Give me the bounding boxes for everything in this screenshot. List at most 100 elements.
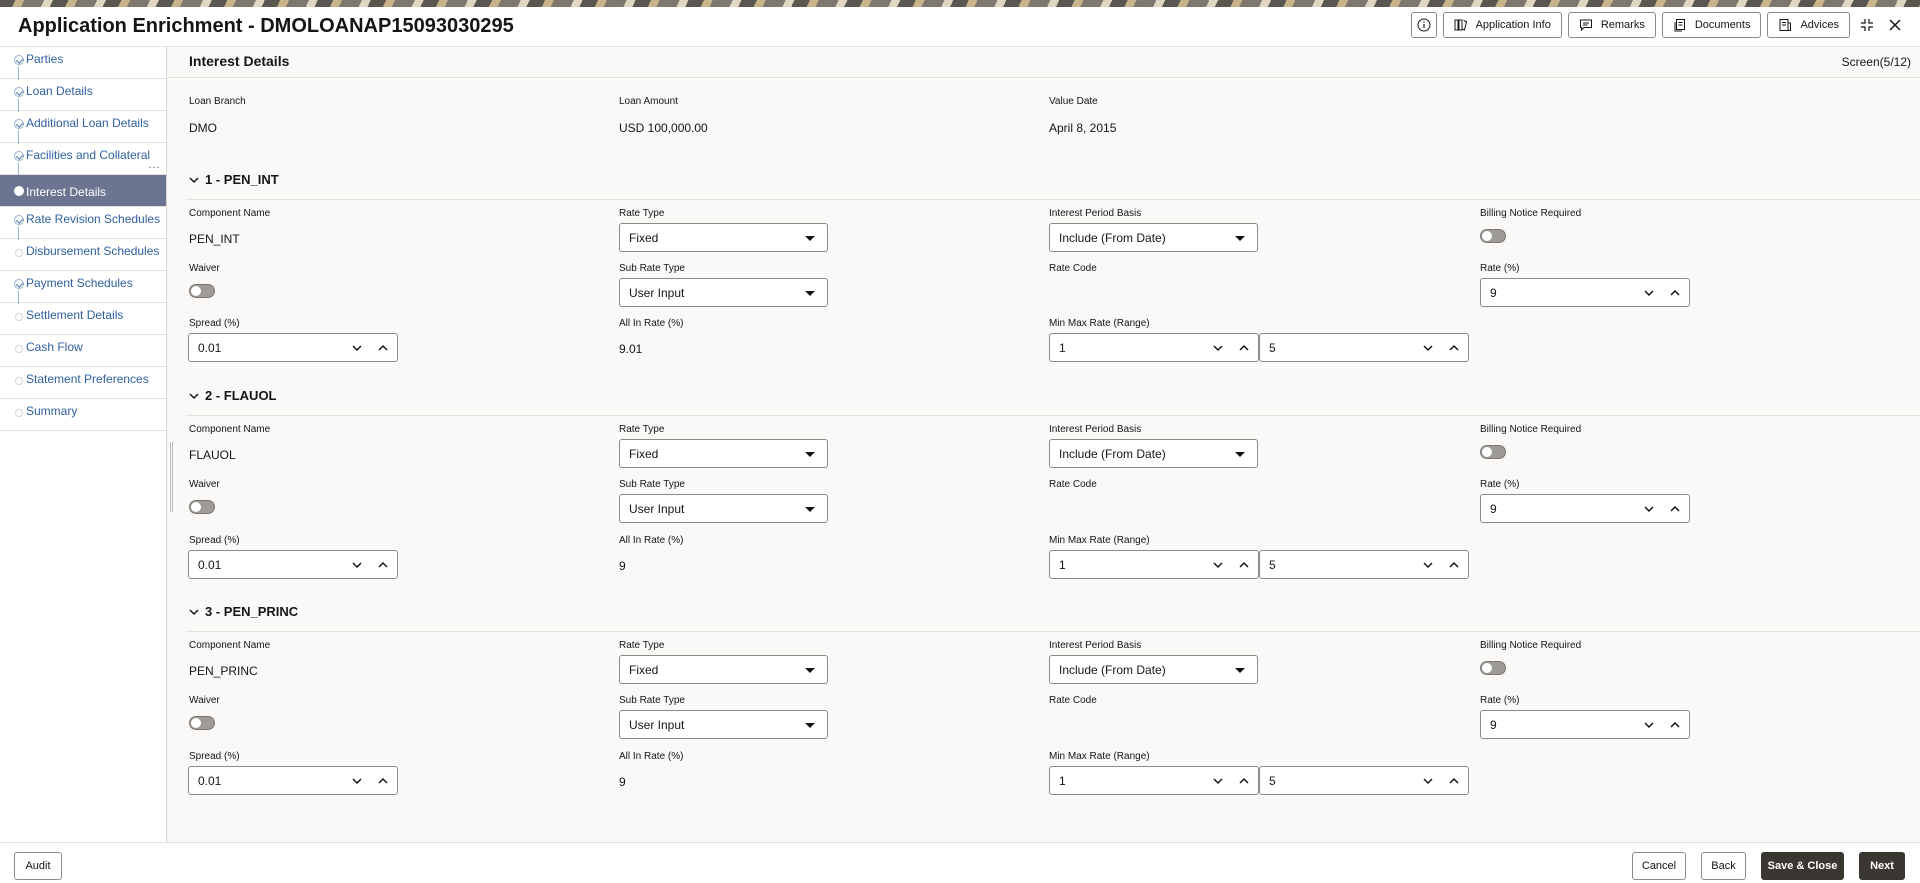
component-section-header[interactable]: 3 - PEN_PRINC bbox=[189, 604, 298, 619]
decrement-icon[interactable] bbox=[1643, 503, 1655, 515]
increment-icon[interactable] bbox=[1238, 342, 1250, 354]
increment-icon[interactable] bbox=[1238, 559, 1250, 571]
documents-button[interactable]: Documents bbox=[1661, 12, 1762, 38]
sidebar-item-label: Disbursement Schedules bbox=[26, 244, 160, 258]
sidebar-item-parties[interactable]: Parties bbox=[0, 47, 166, 80]
spread-input[interactable]: 0.01 bbox=[188, 333, 398, 362]
increment-icon[interactable] bbox=[377, 342, 389, 354]
spread-value: 0.01 bbox=[198, 341, 222, 355]
max-rate-input[interactable]: 5 bbox=[1259, 333, 1469, 362]
sidebar-item-settlement-details[interactable]: Settlement Details bbox=[0, 303, 166, 335]
decrement-icon[interactable] bbox=[351, 342, 363, 354]
sidebar-item-payment-schedules[interactable]: Payment Schedules bbox=[0, 271, 166, 304]
interest-period-basis-select[interactable]: Include (From Date) bbox=[1049, 439, 1258, 468]
waiver-toggle[interactable] bbox=[189, 284, 215, 298]
audit-button[interactable]: Audit bbox=[14, 852, 62, 880]
increment-icon[interactable] bbox=[1448, 559, 1460, 571]
rate-input[interactable]: 9 bbox=[1480, 278, 1690, 307]
billing-notice-toggle[interactable] bbox=[1480, 229, 1506, 243]
sidebar-item-facilities-and-collateral[interactable]: Facilities and Collateral… bbox=[0, 143, 166, 176]
decrement-icon[interactable] bbox=[1422, 342, 1434, 354]
sidebar-item-cash-flow[interactable]: Cash Flow bbox=[0, 335, 166, 367]
decrement-icon[interactable] bbox=[351, 559, 363, 571]
increment-icon[interactable] bbox=[1669, 719, 1681, 731]
increment-icon[interactable] bbox=[1669, 503, 1681, 515]
decrement-icon[interactable] bbox=[1212, 775, 1224, 787]
min-rate-input[interactable]: 1 bbox=[1049, 333, 1259, 362]
increment-icon[interactable] bbox=[1238, 775, 1250, 787]
step-complete-icon bbox=[14, 151, 24, 161]
decrement-icon[interactable] bbox=[1212, 559, 1224, 571]
decrement-icon[interactable] bbox=[1422, 775, 1434, 787]
max-rate-input[interactable]: 5 bbox=[1259, 766, 1469, 795]
rate-type-select[interactable]: Fixed bbox=[619, 439, 828, 468]
remarks-label: Remarks bbox=[1600, 19, 1645, 31]
save-and-close-button[interactable]: Save & Close bbox=[1761, 852, 1844, 880]
component-heading: 1 - PEN_INT bbox=[205, 172, 279, 187]
rate-label: Rate (%) bbox=[1480, 479, 1520, 490]
sub-rate-type-select[interactable]: User Input bbox=[619, 710, 828, 739]
sub-rate-type-select[interactable]: User Input bbox=[619, 494, 828, 523]
sub-rate-type-select[interactable]: User Input bbox=[619, 278, 828, 307]
component-section-header[interactable]: 2 - FLAUOL bbox=[189, 388, 277, 403]
interest-period-basis-select[interactable]: Include (From Date) bbox=[1049, 655, 1258, 684]
waiver-toggle[interactable] bbox=[189, 500, 215, 514]
footer-bar: Audit Cancel Back Save & Close Next bbox=[0, 842, 1920, 883]
min-rate-input[interactable]: 1 bbox=[1049, 550, 1259, 579]
advices-button[interactable]: Advices bbox=[1767, 12, 1850, 38]
caret-down-icon bbox=[805, 452, 815, 457]
caret-down-icon bbox=[1235, 668, 1245, 673]
rate-type-label: Rate Type bbox=[619, 640, 665, 651]
waiver-toggle[interactable] bbox=[189, 716, 215, 730]
next-button[interactable]: Next bbox=[1859, 852, 1905, 880]
increment-icon[interactable] bbox=[1448, 342, 1460, 354]
sidebar-item-interest-details[interactable]: Interest Details bbox=[0, 175, 166, 207]
remarks-button[interactable]: Remarks bbox=[1567, 12, 1656, 38]
sidebar-item-label: Interest Details bbox=[26, 185, 107, 199]
section-divider bbox=[186, 199, 1920, 200]
back-button[interactable]: Back bbox=[1701, 852, 1746, 880]
min-rate-input[interactable]: 1 bbox=[1049, 766, 1259, 795]
increment-icon[interactable] bbox=[377, 559, 389, 571]
caret-down-icon bbox=[805, 668, 815, 673]
cancel-button[interactable]: Cancel bbox=[1632, 852, 1686, 880]
sidebar-item-additional-loan-details[interactable]: Additional Loan Details bbox=[0, 111, 166, 144]
increment-icon[interactable] bbox=[377, 775, 389, 787]
sidebar-item-summary[interactable]: Summary bbox=[0, 399, 166, 431]
loan-amount-label: Loan Amount bbox=[619, 96, 678, 107]
sidebar-item-statement-preferences[interactable]: Statement Preferences bbox=[0, 367, 166, 399]
spread-input[interactable]: 0.01 bbox=[188, 766, 398, 795]
spread-input[interactable]: 0.01 bbox=[188, 550, 398, 579]
decrement-icon[interactable] bbox=[1212, 342, 1224, 354]
close-window-button[interactable] bbox=[1884, 12, 1906, 38]
billing-notice-toggle[interactable] bbox=[1480, 661, 1506, 675]
interest-period-basis-select[interactable]: Include (From Date) bbox=[1049, 223, 1258, 252]
rate-input[interactable]: 9 bbox=[1480, 710, 1690, 739]
spread-value: 0.01 bbox=[198, 774, 222, 788]
sub-rate-type-label: Sub Rate Type bbox=[619, 695, 685, 706]
step-pending-icon bbox=[15, 345, 23, 353]
application-info-button[interactable]: Application Info bbox=[1442, 12, 1562, 38]
step-pending-icon bbox=[15, 313, 23, 321]
info-icon bbox=[1417, 18, 1431, 32]
component-section-header[interactable]: 1 - PEN_INT bbox=[189, 172, 279, 187]
decrement-icon[interactable] bbox=[351, 775, 363, 787]
decrement-icon[interactable] bbox=[1422, 559, 1434, 571]
sidebar-item-disbursement-schedules[interactable]: Disbursement Schedules bbox=[0, 239, 166, 271]
collapse-button[interactable] bbox=[1856, 12, 1878, 38]
decrement-icon[interactable] bbox=[1643, 719, 1655, 731]
increment-icon[interactable] bbox=[1669, 287, 1681, 299]
screen-counter: Screen(5/12) bbox=[1841, 55, 1911, 69]
documents-label: Documents bbox=[1694, 19, 1751, 31]
max-rate-input[interactable]: 5 bbox=[1259, 550, 1469, 579]
sidebar-item-rate-revision-schedules[interactable]: Rate Revision Schedules bbox=[0, 207, 166, 240]
sidebar-item-loan-details[interactable]: Loan Details bbox=[0, 79, 166, 112]
rate-input[interactable]: 9 bbox=[1480, 494, 1690, 523]
decrement-icon[interactable] bbox=[1643, 287, 1655, 299]
increment-icon[interactable] bbox=[1448, 775, 1460, 787]
rate-type-select[interactable]: Fixed bbox=[619, 223, 828, 252]
chevron-down-icon bbox=[189, 392, 199, 399]
info-button[interactable] bbox=[1410, 12, 1437, 38]
billing-notice-toggle[interactable] bbox=[1480, 445, 1506, 459]
rate-type-select[interactable]: Fixed bbox=[619, 655, 828, 684]
